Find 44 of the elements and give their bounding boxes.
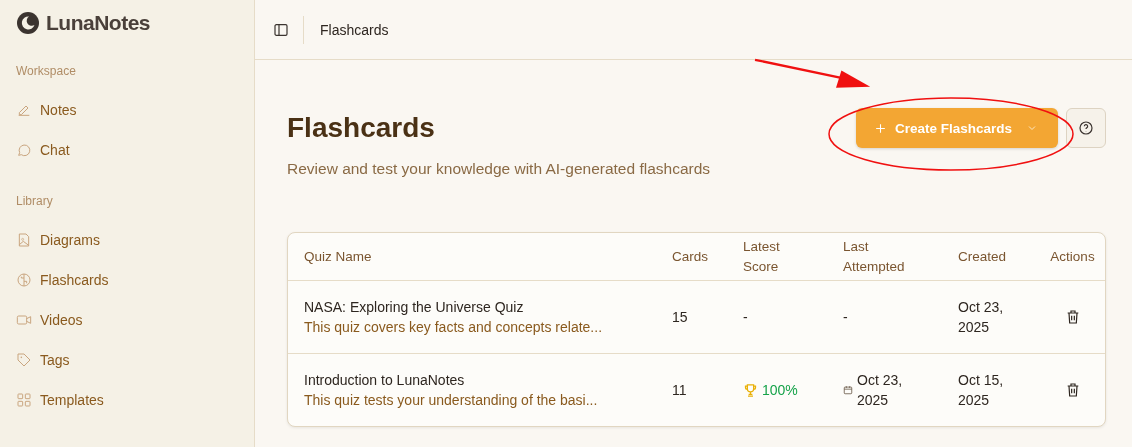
column-header: Latest Score — [742, 237, 781, 276]
help-button[interactable] — [1066, 108, 1106, 148]
page-title: Flashcards — [287, 112, 436, 144]
video-camera-icon — [16, 312, 32, 328]
last-attempted-date: Oct 23, 2025 — [857, 371, 904, 410]
page-subtitle: Review and test your knowledge with AI-generated flashcards — [287, 160, 711, 178]
column-header: Cards — [671, 247, 709, 266]
sidebar-item[interactable]: Diagrams — [16, 220, 238, 260]
section-heading: Library — [16, 194, 54, 208]
moon-logo-icon — [16, 11, 40, 35]
trophy-icon — [743, 382, 758, 398]
help-icon — [1078, 120, 1094, 136]
sidebar-item[interactable]: Chat — [16, 130, 238, 170]
quiz-description: This quiz covers key facts and concepts relate... — [304, 319, 604, 335]
sidebar-toggle-icon[interactable] — [273, 21, 289, 38]
quiz-name: Introduction to LunaNotes — [304, 372, 466, 388]
column-header: Quiz Name — [303, 247, 373, 266]
column-header: Last Attempted — [842, 237, 906, 276]
sidebar-item[interactable]: Flashcards — [16, 260, 238, 300]
created-date: Oct 23, 2025 — [958, 298, 1005, 337]
chat-bubble-icon — [16, 142, 32, 158]
card-count: 15 — [672, 309, 688, 325]
sidebar-item[interactable]: Templates — [16, 380, 238, 420]
card-count: 11 — [672, 382, 687, 398]
latest-score: 100% — [762, 382, 798, 398]
image-file-icon — [16, 232, 32, 248]
app-name: LunaNotes — [46, 11, 150, 35]
column-header: Actions — [1049, 247, 1096, 266]
sidebar-item[interactable]: Notes — [16, 90, 238, 130]
section-heading: Workspace — [16, 64, 77, 78]
tag-icon — [16, 352, 32, 368]
quiz-name: NASA: Exploring the Universe Quiz — [304, 299, 525, 315]
last-attempted-date: - — [843, 309, 848, 325]
plus-icon — [873, 121, 887, 135]
breadcrumb: Flashcards — [320, 21, 389, 38]
sidebar-item[interactable]: Videos — [16, 300, 238, 340]
brain-icon — [16, 272, 32, 288]
column-header: Created — [957, 247, 1008, 266]
latest-score: - — [743, 309, 748, 325]
quiz-description: This quiz tests your understanding of the basi... — [304, 392, 599, 408]
created-date: Oct 15, 2025 — [958, 371, 1005, 410]
sidebar-item[interactable]: Tags — [16, 340, 238, 380]
calendar-icon — [843, 385, 853, 395]
grid-icon — [16, 392, 32, 408]
